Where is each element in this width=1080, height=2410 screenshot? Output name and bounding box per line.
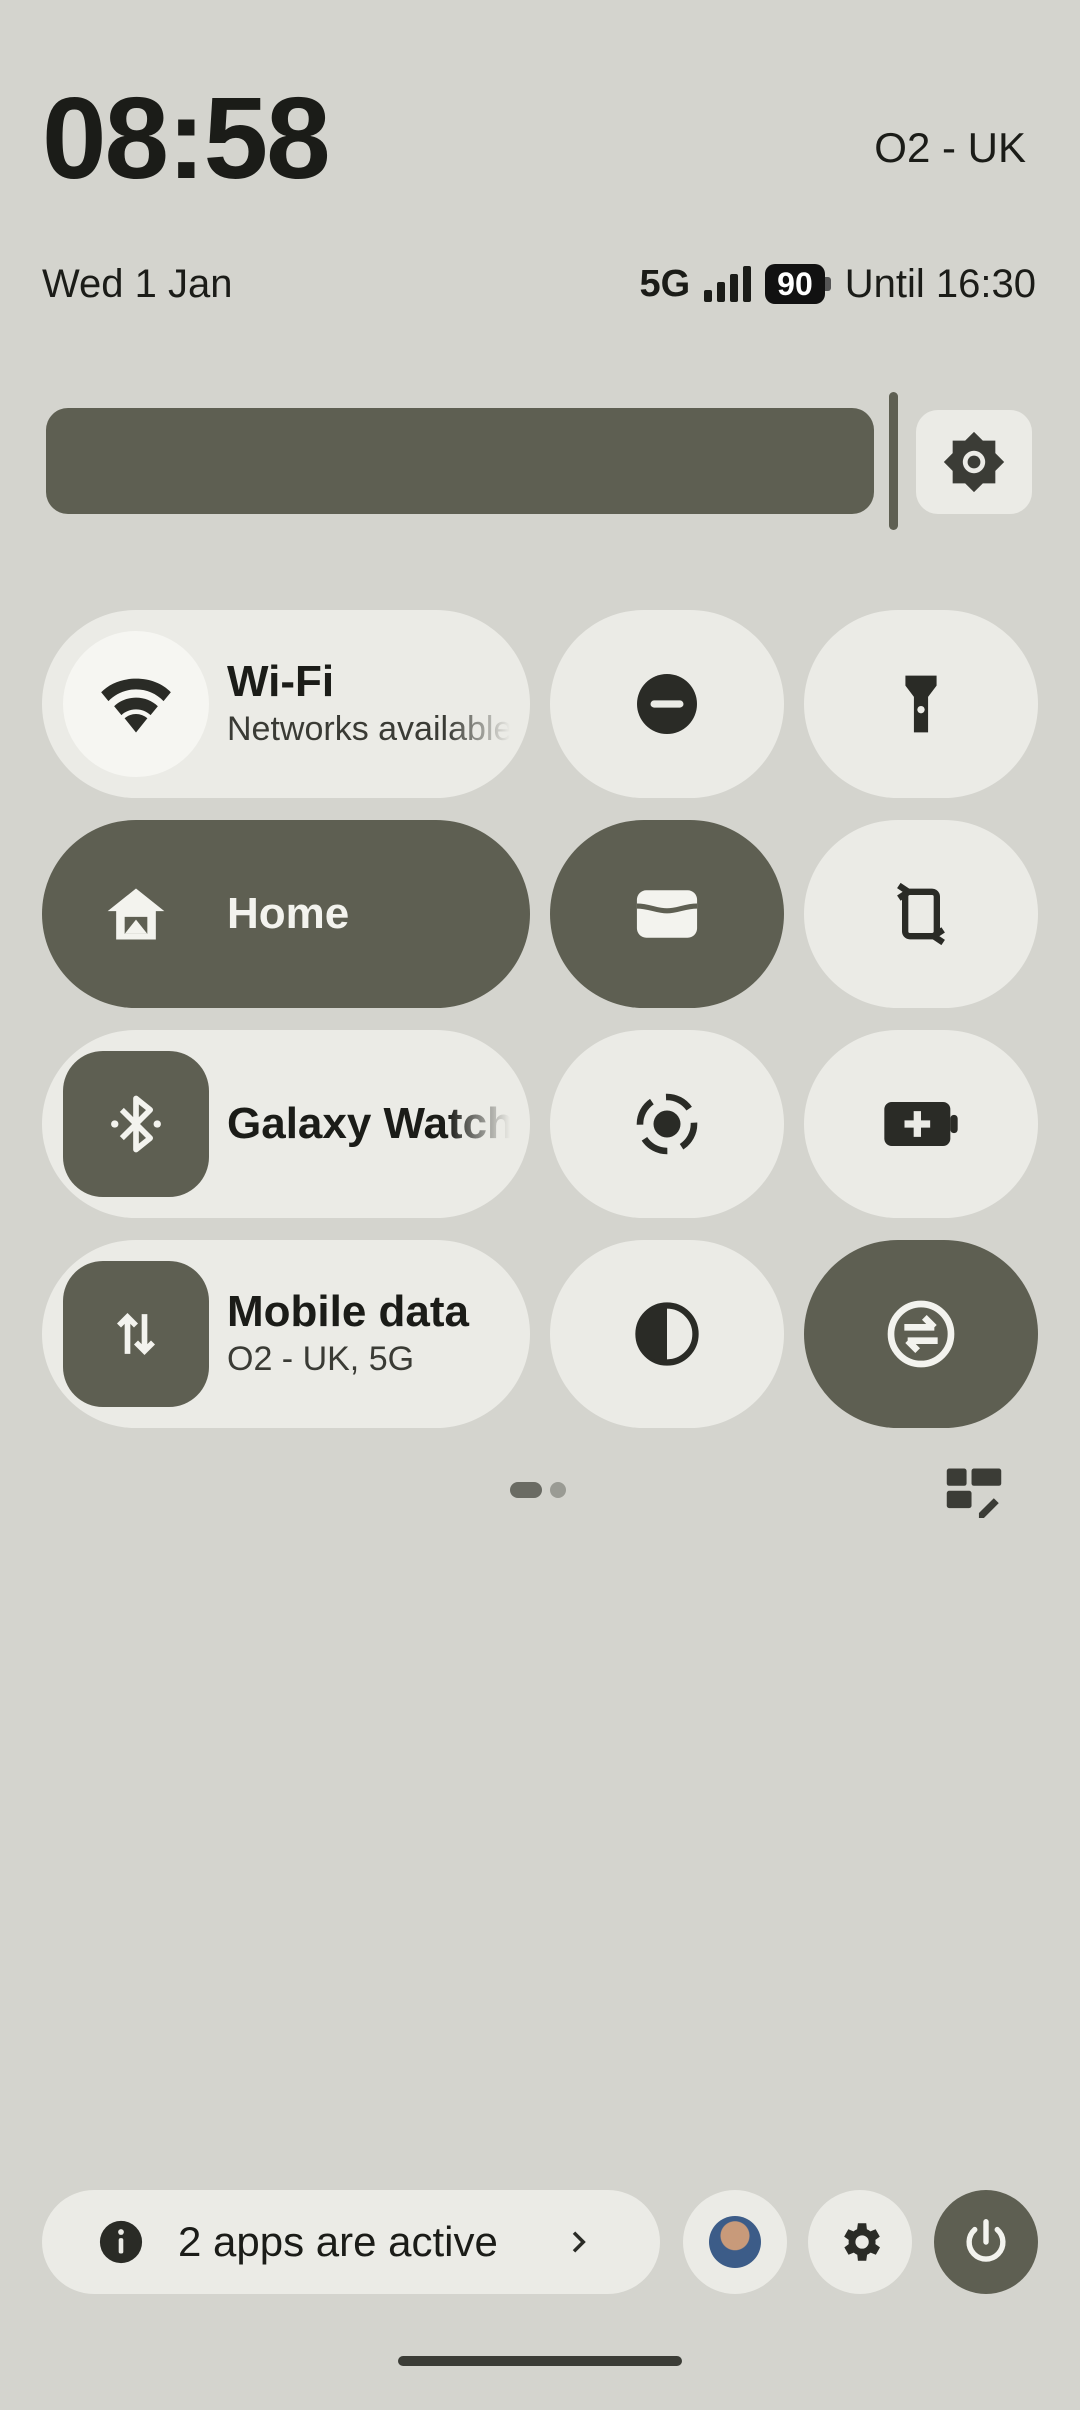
wallet-tile[interactable]	[550, 820, 784, 1008]
wifi-subtitle: Networks available	[227, 710, 510, 749]
auto-rotate-icon	[897, 882, 945, 946]
home-tile[interactable]: Home	[42, 820, 530, 1008]
dark-theme-icon	[635, 1302, 699, 1366]
settings-icon	[844, 2223, 880, 2261]
brightness-settings-icon	[943, 431, 1005, 493]
screen-record-tile[interactable]	[550, 1030, 784, 1218]
battery-level: 90	[765, 264, 825, 304]
dark-theme-tile[interactable]	[550, 1240, 784, 1428]
battery-estimate: Until 16:30	[844, 261, 1036, 306]
bluetooth-title: Galaxy Watch	[227, 1098, 510, 1148]
signal-icon	[704, 266, 752, 302]
auto-rotate-tile[interactable]	[804, 820, 1038, 1008]
brightness-settings-button[interactable]	[916, 410, 1032, 514]
status-bar: 5G 90 Until 16:30	[639, 258, 1036, 310]
date[interactable]: Wed 1 Jan	[42, 262, 233, 307]
do-not-disturb-tile[interactable]	[550, 610, 784, 798]
info-icon	[98, 2219, 144, 2265]
active-apps-button[interactable]: 2 apps are active	[42, 2190, 660, 2294]
mobile-data-tile[interactable]: Mobile data O2 - UK, 5G	[42, 1240, 530, 1428]
chevron-right-icon	[562, 2226, 594, 2258]
bluetooth-tile[interactable]: Galaxy Watch	[42, 1030, 530, 1218]
wifi-title: Wi-Fi	[227, 657, 335, 707]
flashlight-tile[interactable]	[804, 610, 1038, 798]
clock[interactable]: 08:58	[42, 80, 331, 196]
carrier-name: O2 - UK	[874, 124, 1026, 171]
power-icon	[966, 2219, 1006, 2262]
wallet-icon	[636, 890, 698, 938]
edit-tiles-icon	[946, 1468, 1002, 1518]
user-switcher-button[interactable]	[683, 2190, 787, 2294]
data-saver-icon	[887, 1300, 955, 1368]
do-not-disturb-icon	[637, 674, 697, 734]
page-indicator	[510, 1482, 566, 1498]
power-button[interactable]	[934, 2190, 1038, 2294]
edit-tiles-button[interactable]	[944, 1466, 1004, 1523]
network-type: 5G	[639, 262, 691, 305]
home-icon	[63, 880, 209, 948]
flashlight-icon	[905, 675, 937, 733]
mobile-data-icon	[63, 1261, 209, 1407]
settings-button[interactable]	[808, 2190, 912, 2294]
wifi-tile[interactable]: Wi-Fi Networks available	[42, 610, 530, 798]
brightness-slider[interactable]	[46, 408, 874, 514]
active-apps-label: 2 apps are active	[178, 2218, 498, 2265]
battery-saver-tile[interactable]	[804, 1030, 1038, 1218]
bluetooth-icon	[63, 1051, 209, 1197]
brightness-slider-handle[interactable]	[889, 392, 898, 530]
mobile-data-subtitle: O2 - UK, 5G	[227, 1340, 415, 1379]
data-saver-tile[interactable]	[804, 1240, 1038, 1428]
avatar	[709, 2216, 761, 2268]
gesture-handle[interactable]	[398, 2356, 682, 2366]
screen-record-icon	[636, 1093, 698, 1155]
wifi-icon	[63, 631, 209, 777]
battery-icon: 90	[765, 264, 831, 304]
mobile-data-title: Mobile data	[227, 1287, 470, 1337]
battery-saver-icon	[884, 1102, 958, 1146]
home-title: Home	[227, 888, 350, 938]
